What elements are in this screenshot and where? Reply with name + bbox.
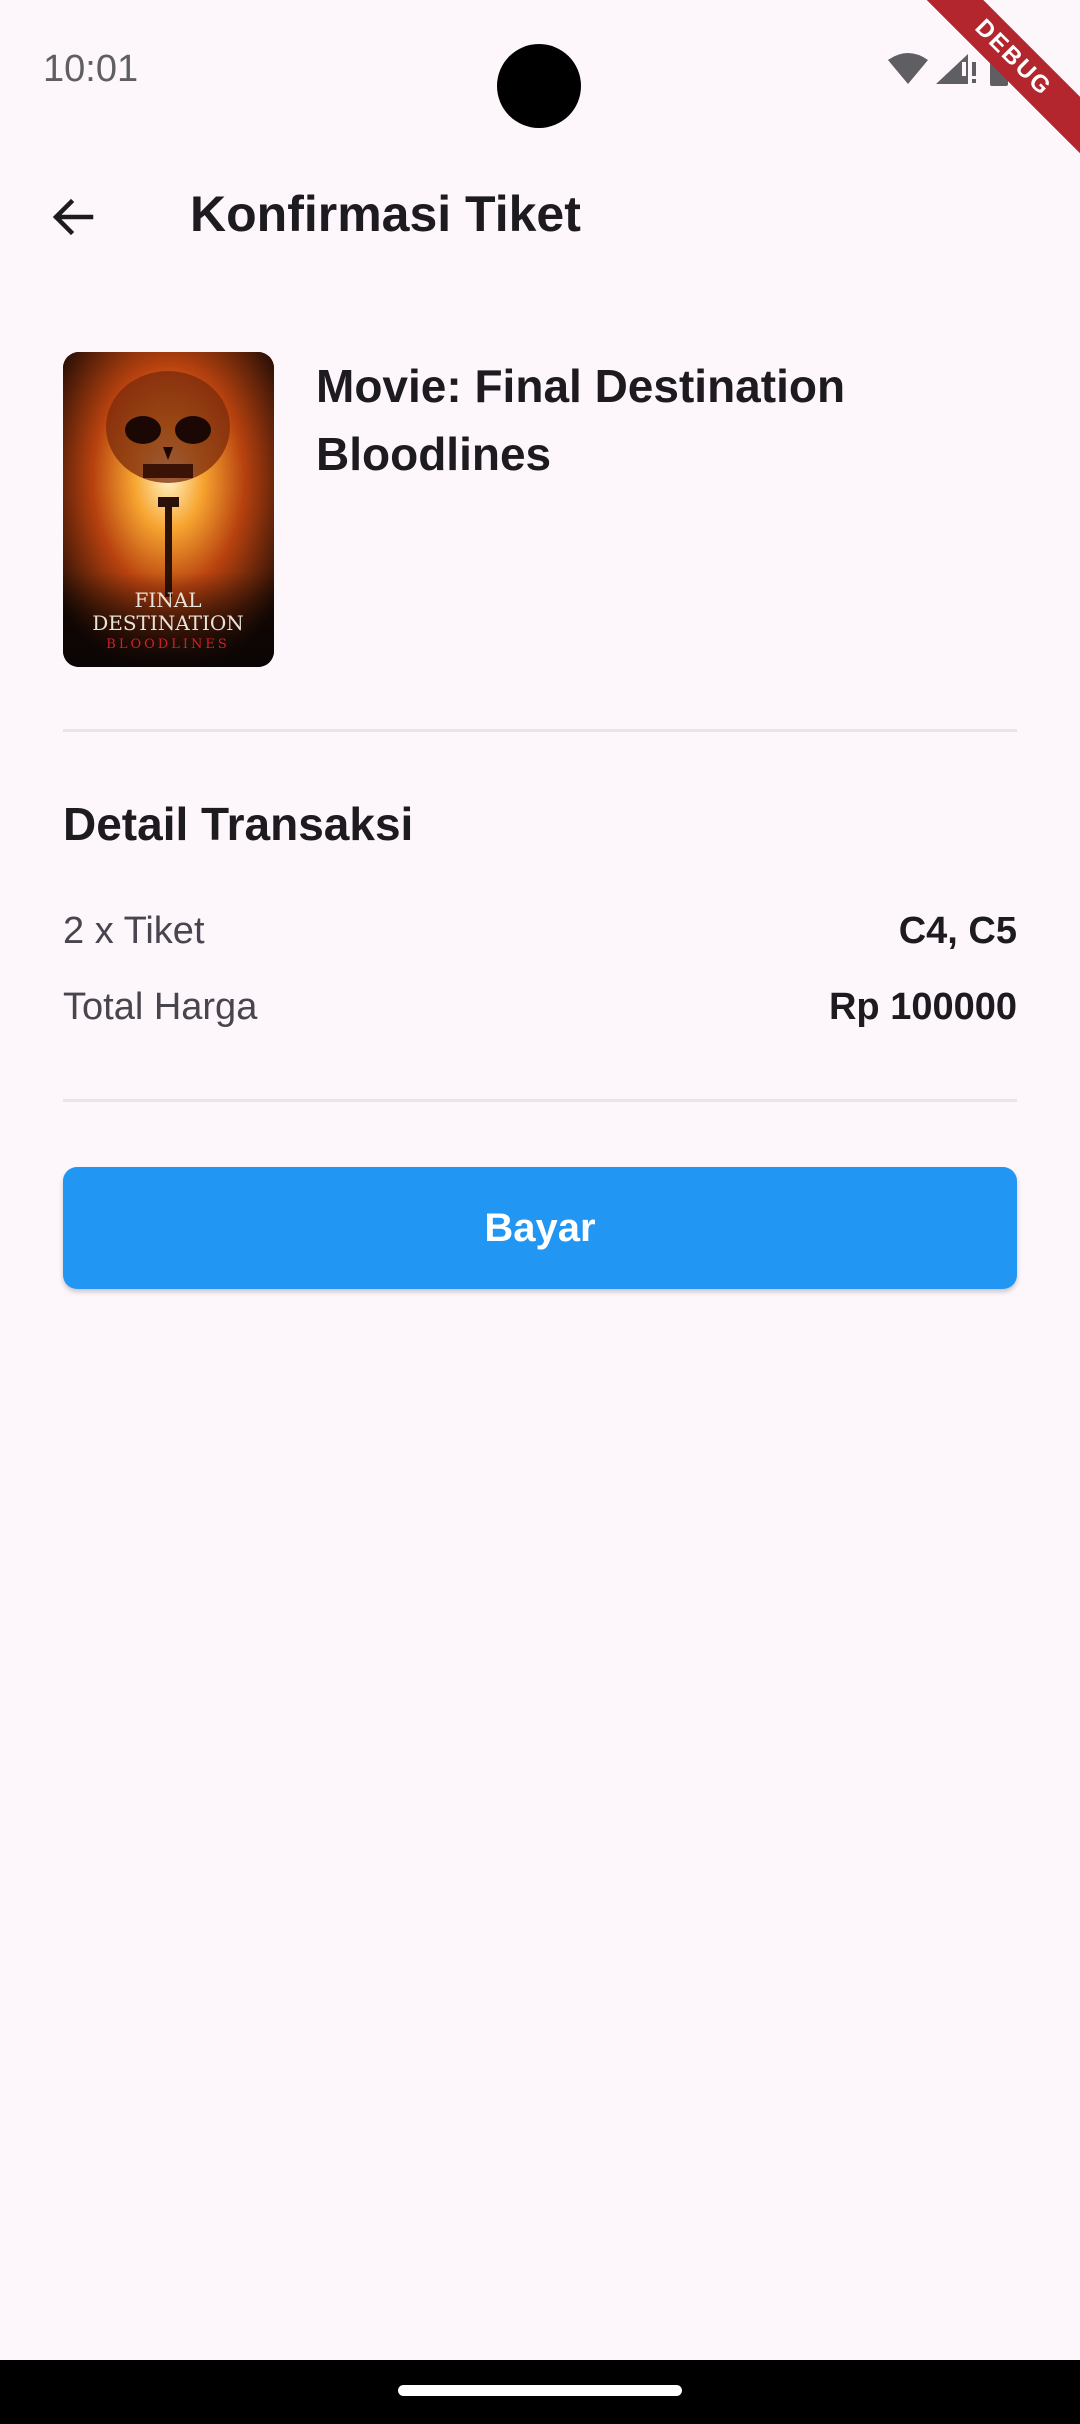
- arrow-back-icon: [52, 198, 94, 236]
- pay-button[interactable]: Bayar: [63, 1167, 1017, 1289]
- detail-label: 2 x Tiket: [63, 910, 205, 952]
- debug-banner-label: DEBUG: [910, 0, 1080, 161]
- app-bar: Konfirmasi Tiket: [0, 140, 1080, 290]
- divider: [63, 729, 1017, 732]
- detail-value: Rp 100000: [828, 986, 1017, 1028]
- divider: [63, 1099, 1017, 1102]
- system-nav-bar: [0, 2360, 1080, 2424]
- page-title: Konfirmasi Tiket: [190, 186, 581, 242]
- detail-label: Total Harga: [63, 986, 258, 1028]
- poster-line-1: FINAL: [134, 588, 201, 612]
- detail-value: C4, C5: [898, 910, 1017, 952]
- movie-title: Movie: Final Destination Bloodlines: [316, 360, 846, 480]
- movie-poster-art: FINAL DESTINATION BLOODLINES: [63, 352, 274, 667]
- transaction-heading: Detail Transaksi: [63, 798, 414, 850]
- status-bar: 10:01 DEBUG: [0, 0, 1080, 161]
- detail-row-total: Total Harga Rp 100000: [63, 986, 1017, 1042]
- poster-line-2: DESTINATION: [92, 611, 244, 635]
- back-button[interactable]: [28, 172, 118, 262]
- camera-cutout: [497, 44, 581, 128]
- home-indicator[interactable]: [398, 2385, 682, 2396]
- movie-summary: FINAL DESTINATION BLOODLINES Movie: Fina…: [63, 352, 1017, 667]
- detail-row-tickets: 2 x Tiket C4, C5: [63, 910, 1017, 966]
- status-time: 10:01: [43, 48, 139, 90]
- poster-line-3: BLOODLINES: [106, 637, 229, 652]
- movie-poster: FINAL DESTINATION BLOODLINES: [63, 352, 274, 667]
